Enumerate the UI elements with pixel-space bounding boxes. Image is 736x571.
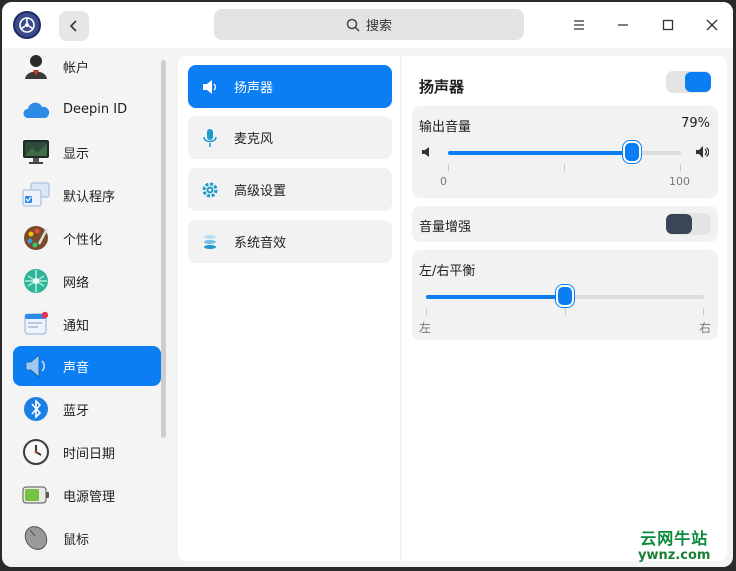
sidebar-item-label: 网络: [63, 275, 90, 291]
toggle-knob: [685, 72, 711, 92]
submenu-item-speaker[interactable]: 扬声器: [188, 65, 392, 108]
close-button[interactable]: [698, 12, 726, 38]
watermark-cn: 云网牛站: [640, 529, 709, 548]
sidebar-item-label: 蓝牙: [63, 403, 90, 419]
palette-icon: [21, 223, 51, 253]
account-icon: [21, 51, 51, 81]
balance-fill: [426, 295, 565, 299]
speaker-enable-toggle[interactable]: [666, 71, 711, 93]
sidebar-item-deepin-id[interactable]: Deepin ID: [13, 89, 161, 129]
clock-icon: [21, 437, 51, 467]
control-center-logo-icon: [13, 11, 41, 39]
sidebar-item-notification[interactable]: 通知: [13, 304, 161, 344]
network-icon: [21, 266, 51, 296]
search-input[interactable]: 搜索: [214, 9, 524, 40]
sidebar-item-label: 帐户: [63, 60, 90, 76]
submenu-item-label: 扬声器: [234, 81, 274, 96]
sidebar-item-network[interactable]: 网络: [13, 261, 161, 301]
sidebar-item-label: 时间日期: [63, 446, 116, 462]
maximize-button[interactable]: [654, 12, 682, 38]
sidebar-item-account[interactable]: 帐户: [13, 46, 161, 86]
sidebar: 帐户 Deepin ID 显示 默认程序 个性化 网络 通知 声音 蓝牙 时间日…: [2, 48, 172, 567]
menu-icon: [574, 20, 584, 30]
output-volume-card: 输出音量 79% 0 100: [412, 106, 718, 198]
sidebar-item-label: Deepin ID: [63, 101, 128, 117]
tick-mark: [703, 308, 704, 315]
output-volume-handle[interactable]: [623, 141, 641, 163]
volume-boost-label: 音量增强: [419, 220, 472, 235]
titlebar: 搜索: [2, 2, 733, 48]
sidebar-scrollbar[interactable]: [161, 60, 166, 438]
page-title: 扬声器: [419, 78, 465, 96]
sound-submenu: 扬声器 麦克风 高级设置 系统音效: [178, 56, 400, 561]
volume-low-icon[interactable]: [421, 146, 433, 158]
submenu-item-microphone[interactable]: 麦克风: [188, 116, 392, 159]
output-volume-label: 输出音量: [419, 120, 472, 135]
sidebar-item-power[interactable]: 电源管理: [13, 475, 161, 515]
balance-left-label: 左: [419, 321, 432, 335]
speaker-icon: [200, 77, 220, 97]
sidebar-item-label: 鼠标: [63, 532, 90, 548]
volume-max-label: 100: [669, 175, 690, 188]
bluetooth-icon: [21, 394, 51, 424]
sidebar-item-bluetooth[interactable]: 蓝牙: [13, 389, 161, 429]
volume-high-icon[interactable]: [695, 145, 709, 159]
balance-handle[interactable]: [556, 285, 574, 307]
settings-window: 搜索 帐户 Deepin ID 显示 默认程序 个性化 网络 通知 声音 蓝牙 …: [2, 2, 733, 567]
sidebar-item-label: 默认程序: [63, 189, 116, 205]
monitor-icon: [21, 137, 51, 167]
sidebar-item-default-apps[interactable]: 默认程序: [13, 175, 161, 215]
output-volume-value: 79%: [681, 116, 710, 131]
back-button[interactable]: [59, 11, 89, 41]
battery-icon: [21, 480, 51, 510]
sidebar-item-label: 个性化: [63, 232, 103, 248]
tick-mark: [426, 308, 427, 315]
balance-label: 左/右平衡: [419, 264, 476, 279]
submenu-item-label: 高级设置: [234, 184, 287, 199]
submenu-item-system-sounds[interactable]: 系统音效: [188, 220, 392, 263]
volume-boost-toggle[interactable]: [666, 213, 711, 235]
balance-right-label: 右: [699, 321, 712, 335]
microphone-icon: [200, 128, 220, 148]
tick-mark: [565, 308, 566, 315]
minimize-icon: [618, 24, 628, 26]
site-watermark: 云网牛站 ywnz.com: [638, 530, 710, 564]
sidebar-item-label: 显示: [63, 146, 90, 162]
search-icon: [346, 18, 360, 32]
toggle-knob: [666, 214, 692, 234]
minimize-button[interactable]: [609, 12, 637, 38]
chevron-left-icon: [69, 20, 77, 32]
sidebar-item-label: 通知: [63, 318, 90, 334]
sidebar-item-label: 声音: [63, 360, 90, 376]
balance-card: 左/右平衡 左 右: [412, 250, 718, 340]
output-volume-fill: [448, 151, 632, 155]
volume-min-label: 0: [440, 175, 447, 188]
sidebar-item-personalization[interactable]: 个性化: [13, 218, 161, 258]
sidebar-item-sound[interactable]: 声音: [13, 346, 161, 386]
cloud-icon: [21, 94, 51, 124]
submenu-item-label: 系统音效: [234, 236, 287, 251]
volume-boost-card: 音量增强: [412, 206, 718, 242]
sound-effects-icon: [200, 232, 220, 252]
sidebar-item-label: 电源管理: [63, 489, 116, 505]
watermark-en: ywnz.com: [638, 548, 711, 563]
default-apps-icon: [21, 180, 51, 210]
sidebar-item-display[interactable]: 显示: [13, 132, 161, 172]
submenu-item-label: 麦克风: [234, 132, 274, 147]
menu-button[interactable]: [565, 12, 593, 38]
gear-icon: [200, 180, 220, 200]
tick-mark: [448, 164, 449, 171]
sidebar-item-mouse[interactable]: 鼠标: [13, 518, 161, 558]
tick-mark: [564, 164, 565, 171]
sidebar-item-datetime[interactable]: 时间日期: [13, 432, 161, 472]
maximize-icon: [662, 19, 674, 31]
close-icon: [706, 19, 718, 31]
tick-mark: [680, 164, 681, 171]
notification-icon: [21, 309, 51, 339]
submenu-item-advanced[interactable]: 高级设置: [188, 168, 392, 211]
speaker-settings-panel: 扬声器 输出音量 79% 0 100 音量增强 左/右平衡 左 右: [402, 56, 727, 561]
mouse-icon: [21, 523, 51, 553]
search-placeholder: 搜索: [365, 19, 392, 34]
speaker-icon: [21, 351, 51, 381]
